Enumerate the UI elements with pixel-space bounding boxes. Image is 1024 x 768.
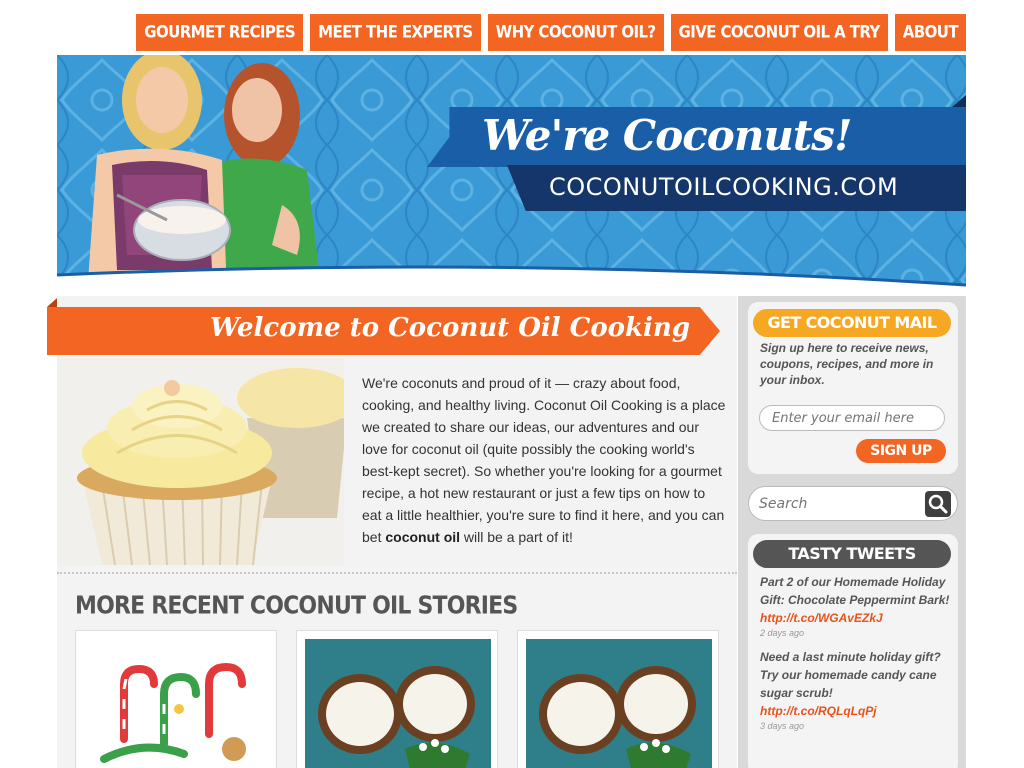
newsletter-title: GET COCONUT MAIL bbox=[753, 309, 951, 337]
welcome-intro-text: We're coconuts and proud of it — crazy a… bbox=[362, 372, 727, 548]
coconut-image bbox=[305, 639, 491, 768]
nav-gourmet-recipes[interactable]: GOURMET RECIPES bbox=[136, 14, 304, 51]
sign-up-button[interactable]: SIGN UP bbox=[856, 439, 946, 463]
hero-headline: We're Coconuts! bbox=[482, 111, 852, 160]
search-box bbox=[748, 486, 958, 521]
hero-banner: We're Coconuts! COCONUTOILCOOKING.COM bbox=[57, 55, 966, 295]
story-card-coconut-2[interactable] bbox=[517, 630, 719, 768]
story-card-coconut-1[interactable] bbox=[296, 630, 498, 768]
nav-meet-the-experts[interactable]: MEET THE EXPERTS bbox=[310, 14, 481, 51]
candy-cane-image bbox=[84, 639, 270, 768]
welcome-title: Welcome to Coconut Oil Cooking bbox=[209, 313, 690, 343]
intro-text-part-2: will be a part of it! bbox=[460, 529, 573, 545]
main-nav: GOURMET RECIPES MEET THE EXPERTS WHY COC… bbox=[136, 14, 966, 51]
hero-site-ribbon: COCONUTOILCOOKING.COM bbox=[507, 165, 966, 211]
coconut-image bbox=[526, 639, 712, 768]
search-button[interactable] bbox=[925, 491, 951, 517]
tweet-item: Part 2 of our Homemade Holiday Gift: Cho… bbox=[760, 573, 952, 639]
tweet-text: Part 2 of our Homemade Holiday Gift: Cho… bbox=[760, 575, 950, 607]
email-field[interactable] bbox=[759, 405, 945, 431]
hero-headline-ribbon: We're Coconuts! bbox=[427, 107, 966, 167]
cupcake-photo bbox=[57, 358, 344, 565]
intro-text-part-1: We're coconuts and proud of it — crazy a… bbox=[362, 375, 726, 545]
section-divider bbox=[57, 572, 737, 574]
nav-give-coconut-oil-a-try[interactable]: GIVE COCONUT OIL A TRY bbox=[670, 14, 888, 51]
hero-site-name: COCONUTOILCOOKING.COM bbox=[549, 173, 899, 201]
tweet-link[interactable]: http://t.co/RQLqLqPj bbox=[760, 704, 877, 718]
hero-bottom-wave bbox=[57, 265, 966, 295]
recent-stories-heading: MORE RECENT COCONUT OIL STORIES bbox=[75, 592, 518, 620]
nav-about[interactable]: ABOUT bbox=[894, 14, 966, 51]
tweets-title: TASTY TWEETS bbox=[753, 540, 951, 568]
tweet-timestamp: 2 days ago bbox=[760, 628, 805, 638]
search-icon bbox=[928, 494, 948, 514]
newsletter-description: Sign up here to receive news, coupons, r… bbox=[760, 341, 934, 387]
tweet-text: Need a last minute holiday gift? Try our… bbox=[760, 650, 941, 700]
nav-why-coconut-oil[interactable]: WHY COCONUT OIL? bbox=[487, 14, 664, 51]
tweet-timestamp: 3 days ago bbox=[760, 721, 805, 731]
tweet-item: Need a last minute holiday gift? Try our… bbox=[760, 648, 952, 732]
intro-text-bold: coconut oil bbox=[385, 529, 461, 545]
tweet-link[interactable]: http://t.co/WGAvEZkJ bbox=[760, 611, 883, 625]
search-input[interactable] bbox=[759, 493, 919, 515]
welcome-banner: Welcome to Coconut Oil Cooking bbox=[47, 307, 720, 355]
welcome-banner-fold bbox=[47, 298, 57, 307]
cupcake-image bbox=[57, 358, 344, 565]
story-card-candy[interactable] bbox=[75, 630, 277, 768]
